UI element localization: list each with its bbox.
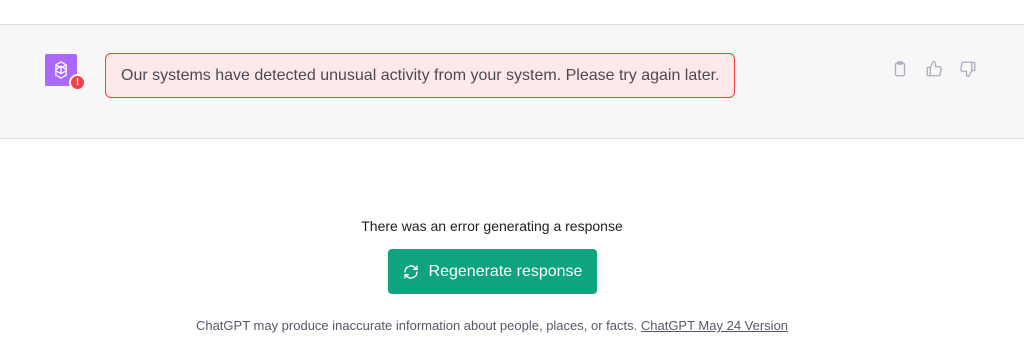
regenerate-response-button[interactable]: Regenerate response	[388, 249, 597, 294]
message-actions	[888, 57, 980, 81]
regenerate-response-label: Regenerate response	[428, 262, 583, 280]
top-spacer	[0, 0, 1024, 24]
error-message-text: Our systems have detected unusual activi…	[121, 66, 720, 84]
copy-button[interactable]	[888, 57, 912, 81]
generation-error-message: There was an error generating a response	[361, 218, 623, 234]
error-icon: !	[69, 74, 86, 91]
thumbs-up-icon	[926, 60, 942, 77]
refresh-icon	[403, 264, 418, 279]
assistant-message-row: ! Our systems have detected unusual acti…	[0, 24, 1024, 139]
thumbs-up-button[interactable]	[922, 57, 946, 81]
clipboard-icon	[894, 61, 906, 77]
version-link[interactable]: ChatGPT May 24 Version	[641, 318, 788, 333]
footer-disclaimer: ChatGPT may produce inaccurate informati…	[0, 318, 984, 333]
thumbs-down-icon	[960, 61, 976, 78]
error-message-box: Our systems have detected unusual activi…	[105, 53, 736, 98]
disclaimer-text: ChatGPT may produce inaccurate informati…	[195, 318, 638, 333]
openai-logo-icon	[55, 61, 67, 79]
thumbs-down-button[interactable]	[956, 57, 980, 81]
